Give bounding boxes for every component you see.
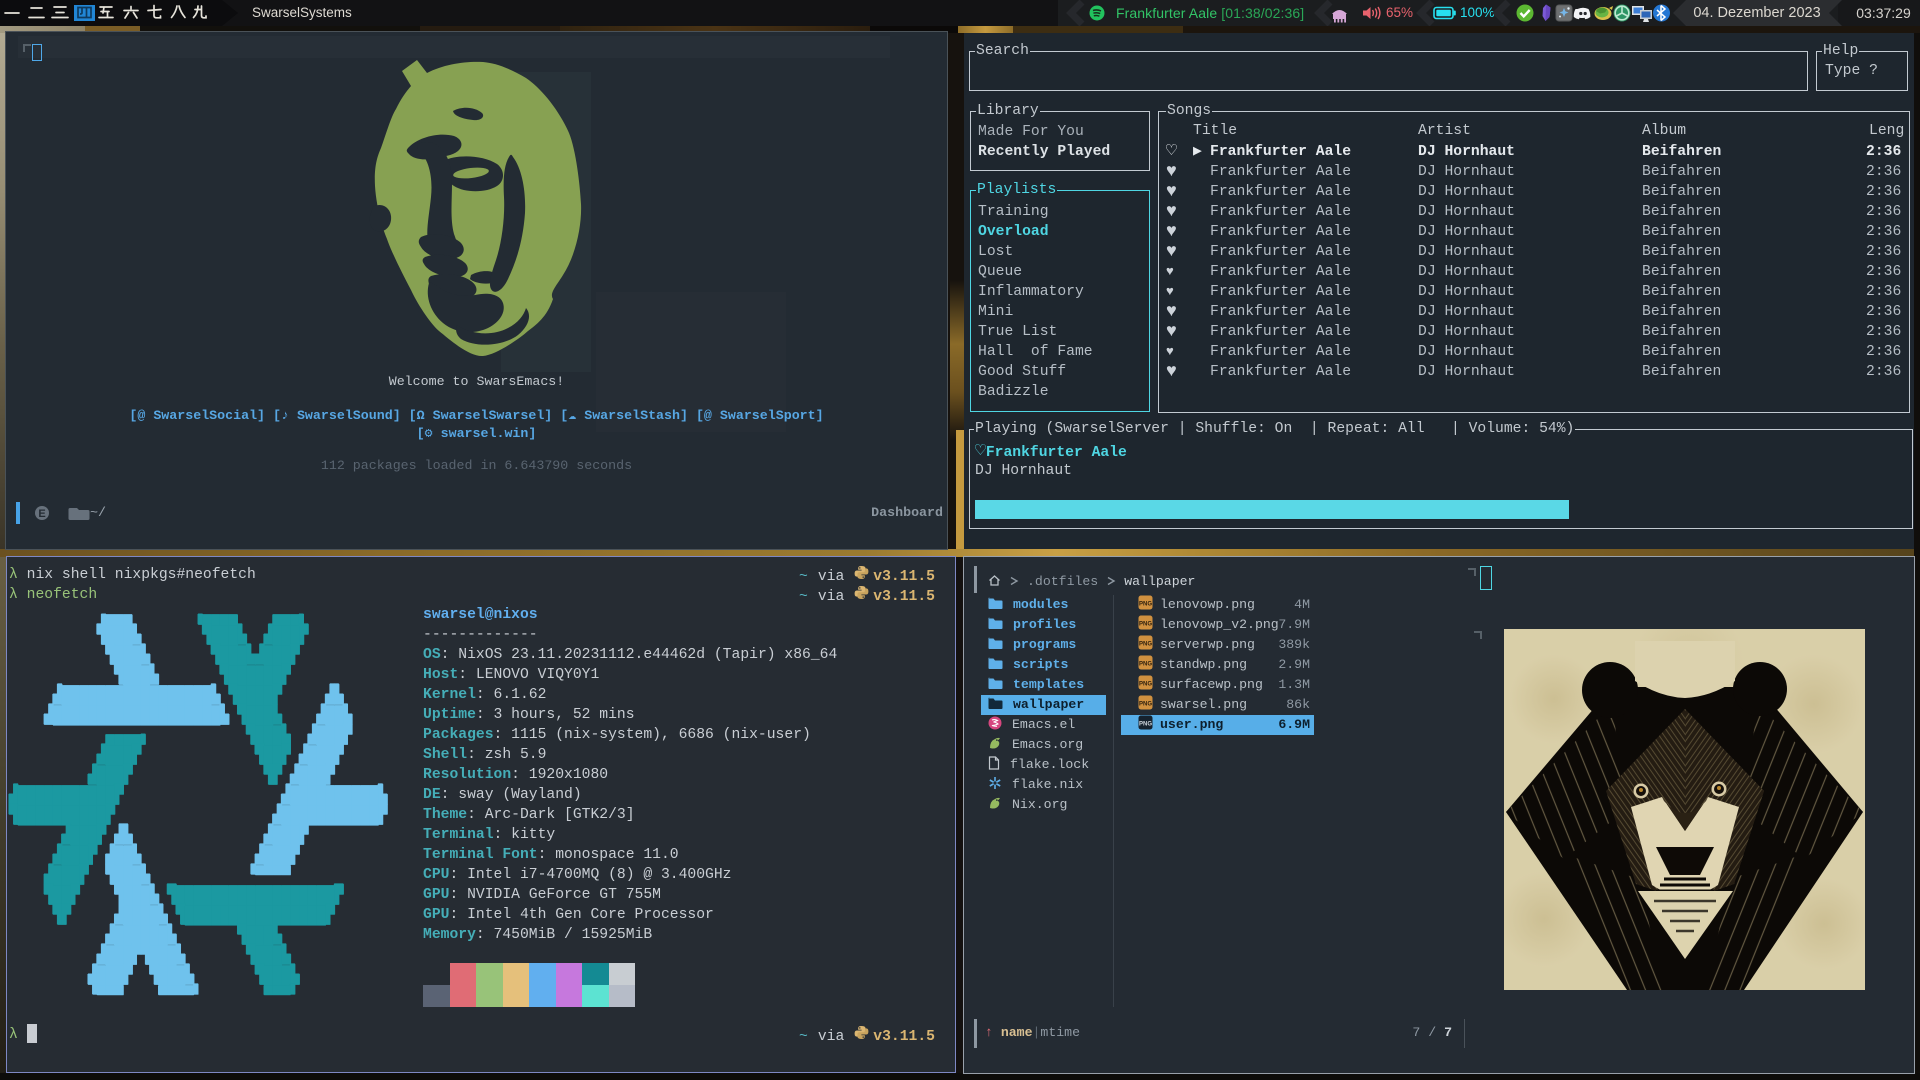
- svg-text:E: E: [38, 508, 45, 520]
- svg-text:PNG: PNG: [1139, 622, 1152, 628]
- svg-text:PNG: PNG: [1139, 662, 1152, 668]
- svg-text:PNG: PNG: [1139, 642, 1152, 648]
- svg-text:PNG: PNG: [1139, 602, 1152, 608]
- svg-text:PNG: PNG: [1139, 722, 1152, 728]
- svg-text:PNG: PNG: [1139, 682, 1152, 688]
- svg-text:PNG: PNG: [1139, 702, 1152, 708]
